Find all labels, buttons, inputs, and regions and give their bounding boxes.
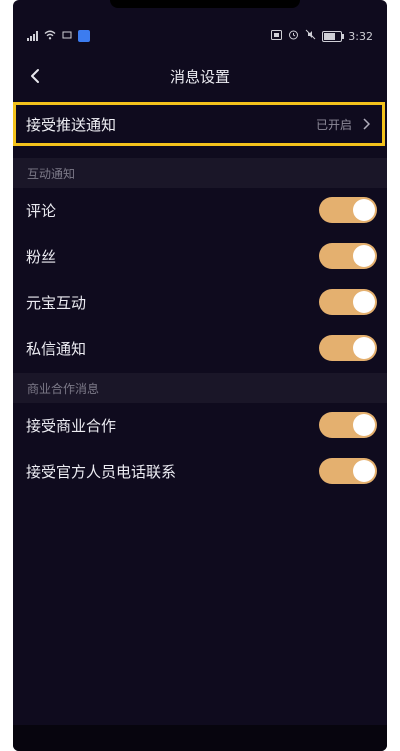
back-button[interactable] (21, 62, 49, 90)
business-cooperation-toggle[interactable] (319, 412, 377, 438)
setting-label: 接受官方人员电话联系 (26, 462, 177, 481)
private-message-toggle[interactable] (319, 335, 377, 361)
push-notification-row[interactable]: 接受推送通知 已开启 (13, 102, 385, 146)
nav-bar: 消息设置 (13, 58, 387, 94)
section-header-business: 商业合作消息 (13, 373, 387, 403)
camera-notch (110, 0, 300, 8)
setting-row-fans: 粉丝 (13, 236, 387, 276)
setting-label: 接受商业合作 (26, 416, 117, 435)
phone-screen: 3:32 消息设置 接受推送通知 已开启 互动通知 评论 粉丝 元宝互动 私信通… (13, 0, 387, 751)
fans-toggle[interactable] (319, 243, 377, 269)
app-notification-icon (78, 30, 90, 42)
setting-label: 粉丝 (26, 247, 57, 266)
toggle-knob (353, 337, 375, 359)
setting-row-yuanbao: 元宝互动 (13, 282, 387, 322)
setting-row-private-message: 私信通知 (13, 328, 387, 368)
official-phone-contact-toggle[interactable] (319, 458, 377, 484)
chevron-right-icon (362, 115, 371, 134)
battery-icon (322, 30, 345, 42)
toggle-knob (353, 291, 375, 313)
toggle-knob (353, 245, 375, 267)
page-title: 消息设置 (169, 67, 230, 86)
setting-row-official-phone-contact: 接受官方人员电话联系 (13, 451, 387, 491)
setting-label: 元宝互动 (26, 293, 87, 312)
toggle-knob (353, 460, 375, 482)
wifi-icon (44, 30, 56, 43)
data-icon (62, 30, 72, 43)
setting-row-comments: 评论 (13, 190, 387, 230)
yuanbao-toggle[interactable] (319, 289, 377, 315)
push-notification-label: 接受推送通知 (26, 115, 117, 134)
toggle-knob (353, 414, 375, 436)
signal-icon (27, 31, 38, 41)
alarm-icon (288, 29, 299, 43)
comments-toggle[interactable] (319, 197, 377, 223)
back-arrow-icon (31, 69, 39, 83)
section-header-interaction: 互动通知 (13, 158, 387, 188)
mute-icon (305, 29, 316, 43)
nfc-icon (271, 29, 283, 43)
bottom-bar (13, 725, 387, 751)
status-time: 3:32 (348, 29, 373, 43)
toggle-knob (353, 199, 375, 221)
setting-label: 私信通知 (26, 339, 87, 358)
status-left (27, 30, 90, 43)
push-notification-status: 已开启 (315, 117, 352, 132)
status-right: 3:32 (271, 29, 373, 43)
setting-row-business-cooperation: 接受商业合作 (13, 405, 387, 445)
status-bar: 3:32 (13, 22, 387, 50)
setting-label: 评论 (26, 201, 57, 220)
